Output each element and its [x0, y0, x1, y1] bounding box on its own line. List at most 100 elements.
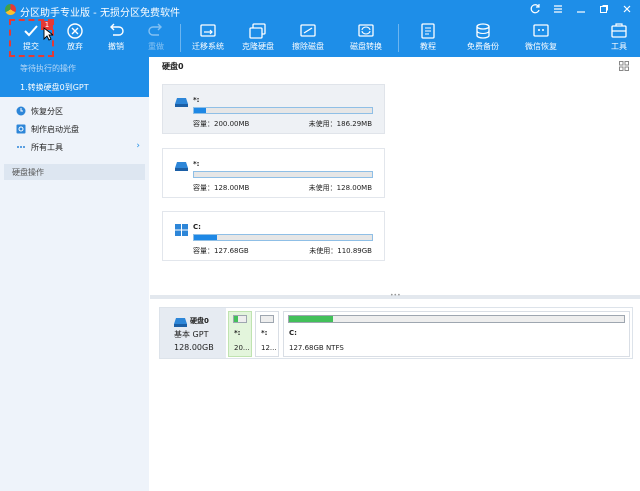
partition-block[interactable]: *: 20...: [228, 311, 252, 357]
window-controls: [528, 3, 634, 17]
partition-card[interactable]: *: 容量：128.00MB 未使用：128.00MB: [162, 148, 385, 198]
free-backup-label: 免费备份: [467, 42, 499, 51]
wipe-disk-button[interactable]: 擦除磁盘: [288, 20, 328, 57]
redo-button[interactable]: 重做: [139, 20, 173, 57]
migrate-os-label: 迁移系统: [192, 42, 224, 51]
pending-operation-item[interactable]: 1.转换硬盘0到GPT: [20, 82, 89, 93]
disk-size: 128.00GB: [174, 343, 214, 352]
more-icon: [17, 146, 25, 148]
convert-disk-label: 磁盘转换: [350, 42, 382, 51]
sidebar-item-all-tools[interactable]: 所有工具 ›: [0, 138, 149, 156]
partition-usage-bar: [288, 315, 625, 323]
usage-bar-fill: [194, 235, 218, 240]
tools-label: 工具: [611, 42, 627, 51]
refresh-icon[interactable]: [528, 3, 542, 17]
wechat-recovery-icon: [533, 24, 549, 37]
partition-usage-bar: [260, 315, 274, 323]
minimize-button[interactable]: [574, 3, 588, 17]
partition-card[interactable]: *: 容量：200.00MB 未使用：186.29MB: [162, 84, 385, 134]
discard-label: 放弃: [67, 42, 83, 51]
free-backup-button[interactable]: 免费备份: [463, 20, 503, 57]
partition-name: *:: [193, 160, 200, 168]
pending-operations-panel: 等待执行的操作 1.转换硬盘0到GPT: [0, 57, 149, 97]
capacity-text: 容量：200.00MB: [193, 120, 250, 128]
sidebar: 等待执行的操作 1.转换硬盘0到GPT 恢复分区 制作启动光盘 所有工具 › 硬…: [0, 57, 149, 491]
recover-partition-icon: [16, 106, 26, 116]
top-bar: 分区助手专业版 - 无损分区免费软件 提交 放弃 撤销 重做 迁移系统 克隆硬盘…: [0, 0, 640, 57]
sidebar-item-recover-partition[interactable]: 恢复分区: [0, 102, 149, 120]
partition-size: 12...: [261, 344, 277, 352]
clone-disk-icon: [249, 23, 266, 39]
partition-label: C:: [289, 329, 297, 337]
toolbar-divider: [398, 24, 399, 52]
grip-icon: •••: [390, 292, 401, 299]
usage-bar: [193, 107, 373, 114]
disk-operations-section[interactable]: 硬盘操作: [4, 164, 145, 180]
view-toggle-icon[interactable]: [619, 61, 629, 71]
tools-icon: [611, 23, 627, 38]
disk-label: 硬盘0: [190, 317, 209, 325]
usage-bar: [193, 171, 373, 178]
free-space-text: 未使用：186.29MB: [308, 120, 372, 128]
clone-disk-button[interactable]: 克隆硬盘: [238, 20, 278, 57]
migrate-os-button[interactable]: 迁移系统: [188, 20, 228, 57]
toolbar: 提交 放弃 撤销 重做 迁移系统 克隆硬盘 擦除磁盘 磁盘转换 教程 免费备份 …: [0, 20, 640, 57]
drive-icon: [175, 98, 188, 107]
maximize-button[interactable]: [597, 3, 611, 17]
usage-bar-fill: [194, 108, 207, 113]
sidebar-item-label: 所有工具: [31, 143, 63, 152]
clone-disk-label: 克隆硬盘: [242, 42, 274, 51]
window-title: 分区助手专业版 - 无损分区免费软件: [20, 8, 180, 19]
free-space-text: 未使用：128.00MB: [308, 184, 372, 192]
undo-button[interactable]: 撤销: [99, 20, 133, 57]
disk-info[interactable]: 硬盘0 基本 GPT 128.00GB: [160, 308, 226, 358]
windows-icon: [175, 224, 188, 236]
disk-title: 硬盘0: [162, 62, 184, 71]
section-title: 硬盘操作: [12, 168, 44, 177]
toolbar-divider: [180, 24, 181, 52]
wechat-recovery-button[interactable]: 微信恢复: [521, 20, 561, 57]
undo-label: 撤销: [108, 42, 124, 51]
convert-disk-button[interactable]: 磁盘转换: [346, 20, 386, 57]
menu-icon[interactable]: [551, 3, 565, 17]
redo-label: 重做: [148, 42, 164, 51]
close-button[interactable]: [620, 3, 634, 17]
cancel-circle-icon: [67, 23, 83, 39]
partition-name: *:: [193, 96, 200, 104]
disk-map: 硬盘0 基本 GPT 128.00GB *: 20... *: 12... C:…: [159, 307, 633, 359]
capacity-text: 容量：128.00MB: [193, 184, 250, 192]
tutorial-label: 教程: [420, 42, 436, 51]
disk-type: 基本 GPT: [174, 330, 209, 339]
chevron-right-icon: ›: [136, 141, 140, 151]
partition-card[interactable]: C: 容量：127.68GB 未使用：110.89GB: [162, 211, 385, 261]
partition-name: C:: [193, 223, 201, 231]
partition-usage-bar: [233, 315, 247, 323]
partition-label: *:: [261, 329, 268, 337]
capacity-text: 容量：127.68GB: [193, 247, 249, 255]
drive-icon: [174, 318, 187, 327]
boot-disc-icon: [16, 124, 26, 134]
title-bar: 分区助手专业版 - 无损分区免费软件: [0, 0, 640, 20]
wechat-recovery-label: 微信恢复: [525, 42, 557, 51]
partition-size: 20...: [234, 344, 250, 352]
usage-bar: [193, 234, 373, 241]
sidebar-item-label: 制作启动光盘: [31, 125, 79, 134]
tutorial-button[interactable]: 教程: [411, 20, 445, 57]
tools-button[interactable]: 工具: [604, 20, 634, 57]
sidebar-item-boot-disc[interactable]: 制作启动光盘: [0, 120, 149, 138]
partition-block[interactable]: *: 12...: [255, 311, 279, 357]
partition-block[interactable]: C: 127.68GB NTFS: [283, 311, 630, 357]
usage-bar-fill: [234, 316, 239, 322]
mouse-cursor-icon: [43, 27, 53, 41]
main-panel: 硬盘0 *: 容量：200.00MB 未使用：186.29MB *: 容量：12…: [150, 57, 640, 491]
panel-splitter[interactable]: •••: [150, 292, 640, 299]
wipe-disk-label: 擦除磁盘: [292, 42, 324, 51]
usage-bar-fill: [289, 316, 333, 322]
redo-icon: [148, 23, 162, 36]
discard-button[interactable]: 放弃: [58, 20, 92, 57]
migrate-os-icon: [200, 24, 216, 37]
sidebar-item-label: 恢复分区: [31, 107, 63, 116]
pending-operations-title: 等待执行的操作: [20, 64, 76, 73]
convert-disk-icon: [358, 24, 374, 37]
undo-icon: [110, 23, 124, 36]
